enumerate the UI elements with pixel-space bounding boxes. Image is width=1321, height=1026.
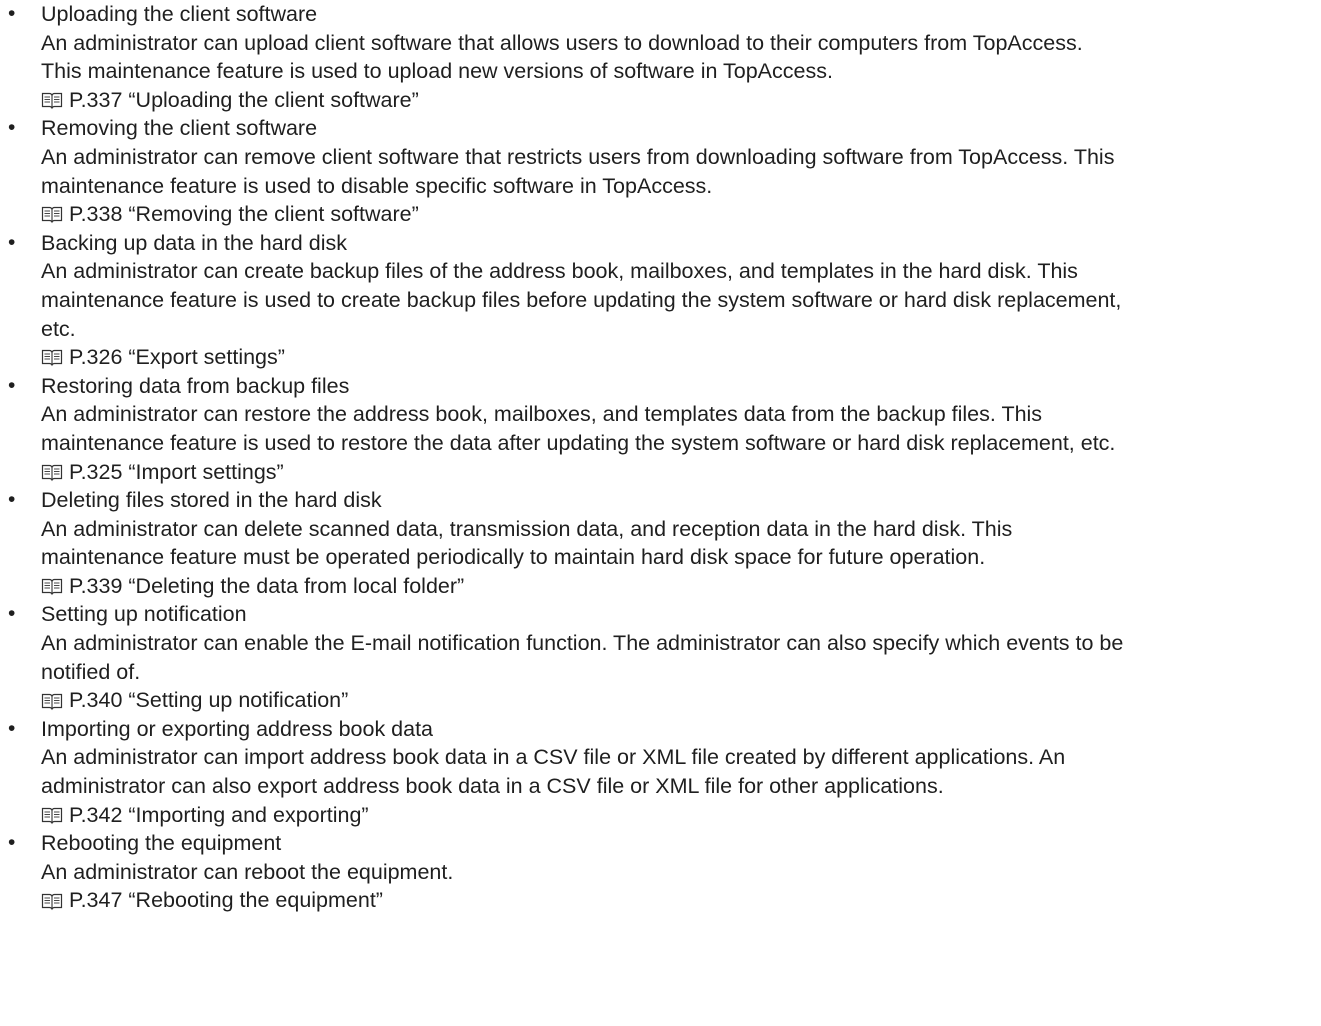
feature-description-line: An administrator can delete scanned data… <box>41 516 1013 541</box>
feature-description-line: notified of. <box>41 659 141 684</box>
page-reference-link[interactable]: P.347 “Rebooting the equipment” <box>41 886 1321 915</box>
book-icon <box>41 805 63 825</box>
feature-description-line: An administrator can import address book… <box>41 745 1066 770</box>
list-item: Setting up notification An administrator … <box>0 600 1321 714</box>
feature-heading: Importing or exporting address book data <box>41 716 434 741</box>
feature-description-line: etc. <box>41 316 76 341</box>
page-reference-text[interactable]: P.342 “Importing and exporting” <box>69 801 369 830</box>
page-reference-link[interactable]: P.338 “Removing the client software” <box>41 200 1321 229</box>
list-item: Restoring data from backup files An admin… <box>0 372 1321 486</box>
page-reference-link[interactable]: P.340 “Setting up notification” <box>41 686 1321 715</box>
feature-description-line: maintenance feature is used to disable s… <box>41 173 713 198</box>
book-icon <box>41 576 63 596</box>
page-reference-link[interactable]: P.337 “Uploading the client software” <box>41 86 1321 115</box>
feature-heading: Restoring data from backup files <box>41 373 350 398</box>
feature-description-line: maintenance feature is used to create ba… <box>41 287 1122 312</box>
page-reference-link[interactable]: P.326 “Export settings” <box>41 343 1321 372</box>
feature-description-line: maintenance feature is used to restore t… <box>41 430 1116 455</box>
page-reference-text[interactable]: P.337 “Uploading the client software” <box>69 86 419 115</box>
page-reference-text[interactable]: P.340 “Setting up notification” <box>69 686 348 715</box>
list-item: Removing the client software An administr… <box>0 114 1321 228</box>
page-reference-link[interactable]: P.339 “Deleting the data from local fold… <box>41 572 1321 601</box>
feature-description-line: An administrator can upload client softw… <box>41 30 1083 55</box>
page-reference-text[interactable]: P.347 “Rebooting the equipment” <box>69 886 383 915</box>
feature-heading: Rebooting the equipment <box>41 831 282 856</box>
feature-description-line: An administrator can remove client softw… <box>41 144 1115 169</box>
feature-description-line: This maintenance feature is used to uplo… <box>41 59 833 84</box>
book-icon <box>41 347 63 367</box>
page-reference-link[interactable]: P.342 “Importing and exporting” <box>41 801 1321 830</box>
document-body: Uploading the client software An administ… <box>0 0 1321 915</box>
book-icon <box>41 204 63 224</box>
page-reference-link[interactable]: P.325 “Import settings” <box>41 458 1321 487</box>
feature-heading: Backing up data in the hard disk <box>41 230 347 255</box>
feature-description-line: maintenance feature must be operated per… <box>41 545 986 570</box>
book-icon <box>41 462 63 482</box>
feature-heading: Setting up notification <box>41 602 247 627</box>
book-icon <box>41 90 63 110</box>
feature-description-line: An administrator can restore the address… <box>41 402 1043 427</box>
feature-heading: Deleting files stored in the hard disk <box>41 488 382 513</box>
feature-description-line: An administrator can create backup files… <box>41 259 1078 284</box>
feature-description-line: administrator can also export address bo… <box>41 774 944 799</box>
feature-heading: Uploading the client software <box>41 2 318 26</box>
book-icon <box>41 891 63 911</box>
list-item: Deleting files stored in the hard disk An… <box>0 486 1321 600</box>
feature-heading: Removing the client software <box>41 116 318 141</box>
page-reference-text[interactable]: P.338 “Removing the client software” <box>69 200 419 229</box>
list-item: Rebooting the equipment An administrator … <box>0 829 1321 915</box>
page-reference-text[interactable]: P.326 “Export settings” <box>69 343 285 372</box>
page-reference-text[interactable]: P.325 “Import settings” <box>69 458 284 487</box>
feature-description-line: An administrator can enable the E-mail n… <box>41 631 1124 656</box>
feature-list: Uploading the client software An administ… <box>0 0 1321 915</box>
page-reference-text[interactable]: P.339 “Deleting the data from local fold… <box>69 572 464 601</box>
list-item: Importing or exporting address book data… <box>0 715 1321 829</box>
book-icon <box>41 691 63 711</box>
list-item: Uploading the client software An administ… <box>0 0 1321 114</box>
list-item: Backing up data in the hard disk An admin… <box>0 229 1321 372</box>
feature-description-line: An administrator can reboot the equipmen… <box>41 859 454 884</box>
